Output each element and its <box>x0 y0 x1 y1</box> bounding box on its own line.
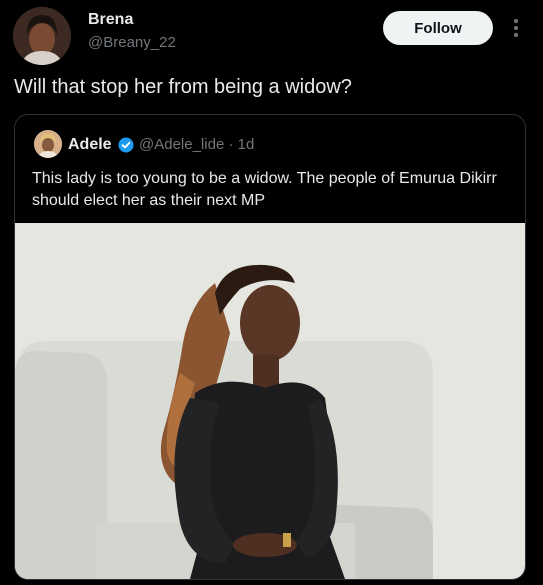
quoted-post-card[interactable]: Adele @Adele_lide · 1d This lady is too … <box>14 114 526 580</box>
meta-separator: · <box>228 136 234 153</box>
author-handle[interactable]: @Breany_22 <box>88 34 176 51</box>
quoted-author-avatar[interactable] <box>34 130 62 158</box>
quoted-author-meta: @Adele_lide · 1d <box>139 136 254 153</box>
quoted-post-time[interactable]: 1d <box>238 136 255 153</box>
quoted-post-text: This lady is too young to be a widow. Th… <box>32 170 497 209</box>
follow-button[interactable]: Follow <box>383 11 493 45</box>
author-avatar[interactable] <box>13 7 71 65</box>
more-vertical-icon[interactable] <box>506 16 526 40</box>
quoted-post-photo[interactable] <box>15 223 525 579</box>
post-text: Will that stop her from being a widow? <box>14 76 352 98</box>
author-name[interactable]: Brena <box>88 11 133 29</box>
quoted-author-handle[interactable]: @Adele_lide <box>139 136 224 153</box>
quoted-author-name[interactable]: Adele <box>68 136 112 154</box>
verified-badge-icon <box>118 137 134 153</box>
